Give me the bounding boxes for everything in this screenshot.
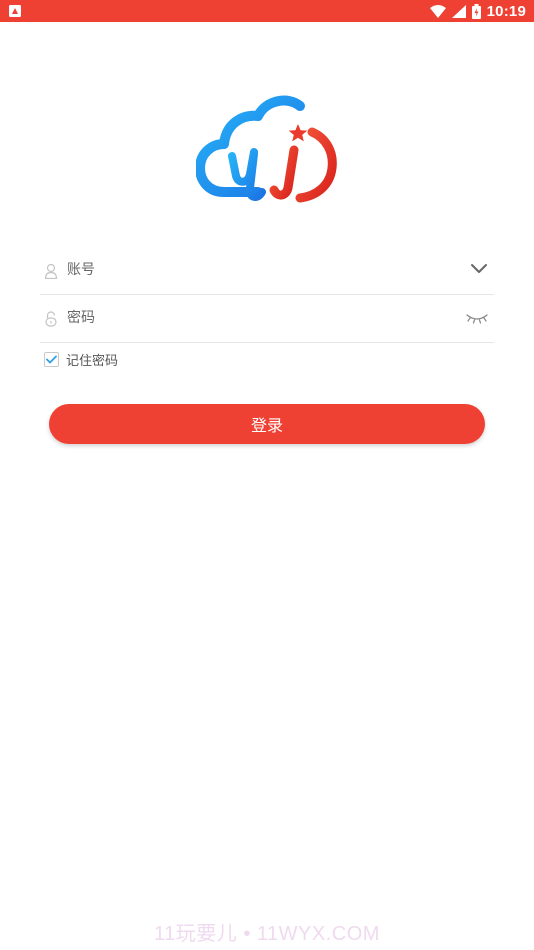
signal-icon bbox=[451, 4, 466, 18]
chevron-down-icon[interactable] bbox=[470, 263, 488, 275]
eye-closed-icon[interactable] bbox=[466, 313, 488, 324]
password-input[interactable] bbox=[67, 306, 447, 330]
status-time: 10:19 bbox=[486, 2, 526, 20]
remember-checkbox[interactable] bbox=[44, 351, 59, 367]
account-field bbox=[40, 246, 494, 295]
user-icon bbox=[44, 263, 58, 279]
account-input[interactable] bbox=[67, 258, 447, 282]
status-icons: 10:19 bbox=[429, 0, 526, 22]
remember-label: 记住密码 bbox=[66, 353, 119, 369]
check-icon bbox=[46, 355, 57, 363]
status-bar: 10:19 bbox=[0, 0, 534, 22]
lock-icon bbox=[45, 311, 57, 327]
login-button[interactable]: 登录 bbox=[49, 404, 485, 444]
wifi-icon bbox=[429, 4, 446, 18]
notification-a-icon bbox=[9, 5, 21, 17]
password-field bbox=[40, 294, 494, 343]
app-logo bbox=[196, 95, 337, 203]
remember-password[interactable]: 记住密码 bbox=[44, 349, 118, 369]
watermark: 11玩要儿 • 11WYX.COM bbox=[154, 923, 380, 945]
battery-icon bbox=[471, 3, 481, 19]
